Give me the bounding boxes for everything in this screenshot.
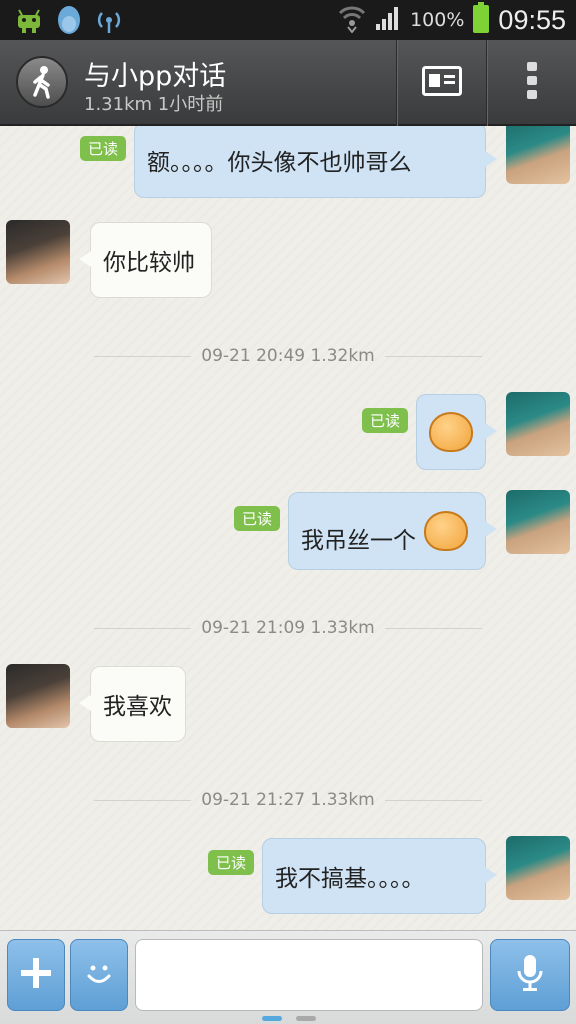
time-divider: 09-21 21:27 1.33km <box>94 790 482 810</box>
profile-card-button[interactable] <box>398 40 486 126</box>
message-text: 我吊丝一个 <box>301 528 416 554</box>
timestamp-label: 09-21 21:09 1.33km <box>201 618 375 638</box>
emoji-button[interactable] <box>70 939 128 1011</box>
smirk-emoji-icon <box>429 412 473 452</box>
chat-title: 与小pp对话 <box>84 61 227 92</box>
qq-penguin-icon <box>54 4 84 40</box>
pager-dot <box>296 1016 316 1021</box>
read-badge: 已读 <box>234 506 281 531</box>
message-input[interactable] <box>136 940 482 1010</box>
message-bubble[interactable] <box>416 394 497 470</box>
timestamp-label: 09-21 21:27 1.33km <box>201 790 375 810</box>
message-bubble[interactable]: 我喜欢 <box>79 666 186 742</box>
more-vert-icon <box>526 61 538 105</box>
time-divider: 09-21 20:49 1.32km <box>94 346 482 366</box>
message-bubble[interactable]: 你比较帅 <box>79 222 212 298</box>
more-menu-button[interactable] <box>488 40 576 126</box>
voice-button[interactable] <box>490 939 570 1011</box>
attach-button[interactable] <box>7 939 65 1011</box>
battery-percent: 100% <box>410 9 465 31</box>
message-text: 你比较帅 <box>103 250 195 276</box>
usb-tether-icon <box>94 5 124 39</box>
message-bubble[interactable]: 我吊丝一个 <box>288 492 497 570</box>
android-debug-icon <box>14 6 44 38</box>
my-avatar[interactable] <box>506 392 570 456</box>
my-avatar[interactable] <box>506 126 570 184</box>
signal-icon <box>374 4 402 36</box>
message-input-wrapper <box>135 939 483 1011</box>
pager-dots <box>262 1016 316 1021</box>
message-text: 额。。。。你头像不也帅哥么 <box>147 150 412 176</box>
microphone-icon <box>515 953 545 997</box>
my-avatar[interactable] <box>506 490 570 554</box>
message-text: 我喜欢 <box>103 694 172 720</box>
plus-icon <box>19 956 53 994</box>
wifi-icon <box>338 3 366 37</box>
message-list[interactable]: 已读 额。。。。你头像不也帅哥么 你比较帅 09-21 20:49 1.32km… <box>0 126 576 930</box>
smiley-icon <box>82 956 116 994</box>
chat-header: 与小pp对话 1.31km 1小时前 <box>0 40 576 126</box>
message-text: 我不搞基。。。。 <box>275 866 425 892</box>
read-badge: 已读 <box>80 136 127 161</box>
read-badge: 已读 <box>362 408 409 433</box>
status-bar: 100% 09:55 <box>0 0 576 40</box>
contact-avatar[interactable] <box>6 664 70 728</box>
battery-icon <box>472 2 490 38</box>
clock: 09:55 <box>498 4 566 35</box>
time-divider: 09-21 21:09 1.33km <box>94 618 482 638</box>
message-bubble[interactable]: 额。。。。你头像不也帅哥么 <box>134 126 497 198</box>
read-badge: 已读 <box>208 850 255 875</box>
walking-person-icon[interactable] <box>16 56 68 108</box>
composer-bar <box>0 930 576 1024</box>
pager-dot-active <box>262 1016 282 1021</box>
timestamp-label: 09-21 20:49 1.32km <box>201 346 375 366</box>
profile-card-icon <box>422 66 462 100</box>
message-bubble[interactable]: 我不搞基。。。。 <box>262 838 497 914</box>
my-avatar[interactable] <box>506 836 570 900</box>
shy-emoji-icon <box>424 511 468 551</box>
chat-subtitle: 1.31km 1小时前 <box>84 94 224 115</box>
contact-avatar[interactable] <box>6 220 70 284</box>
